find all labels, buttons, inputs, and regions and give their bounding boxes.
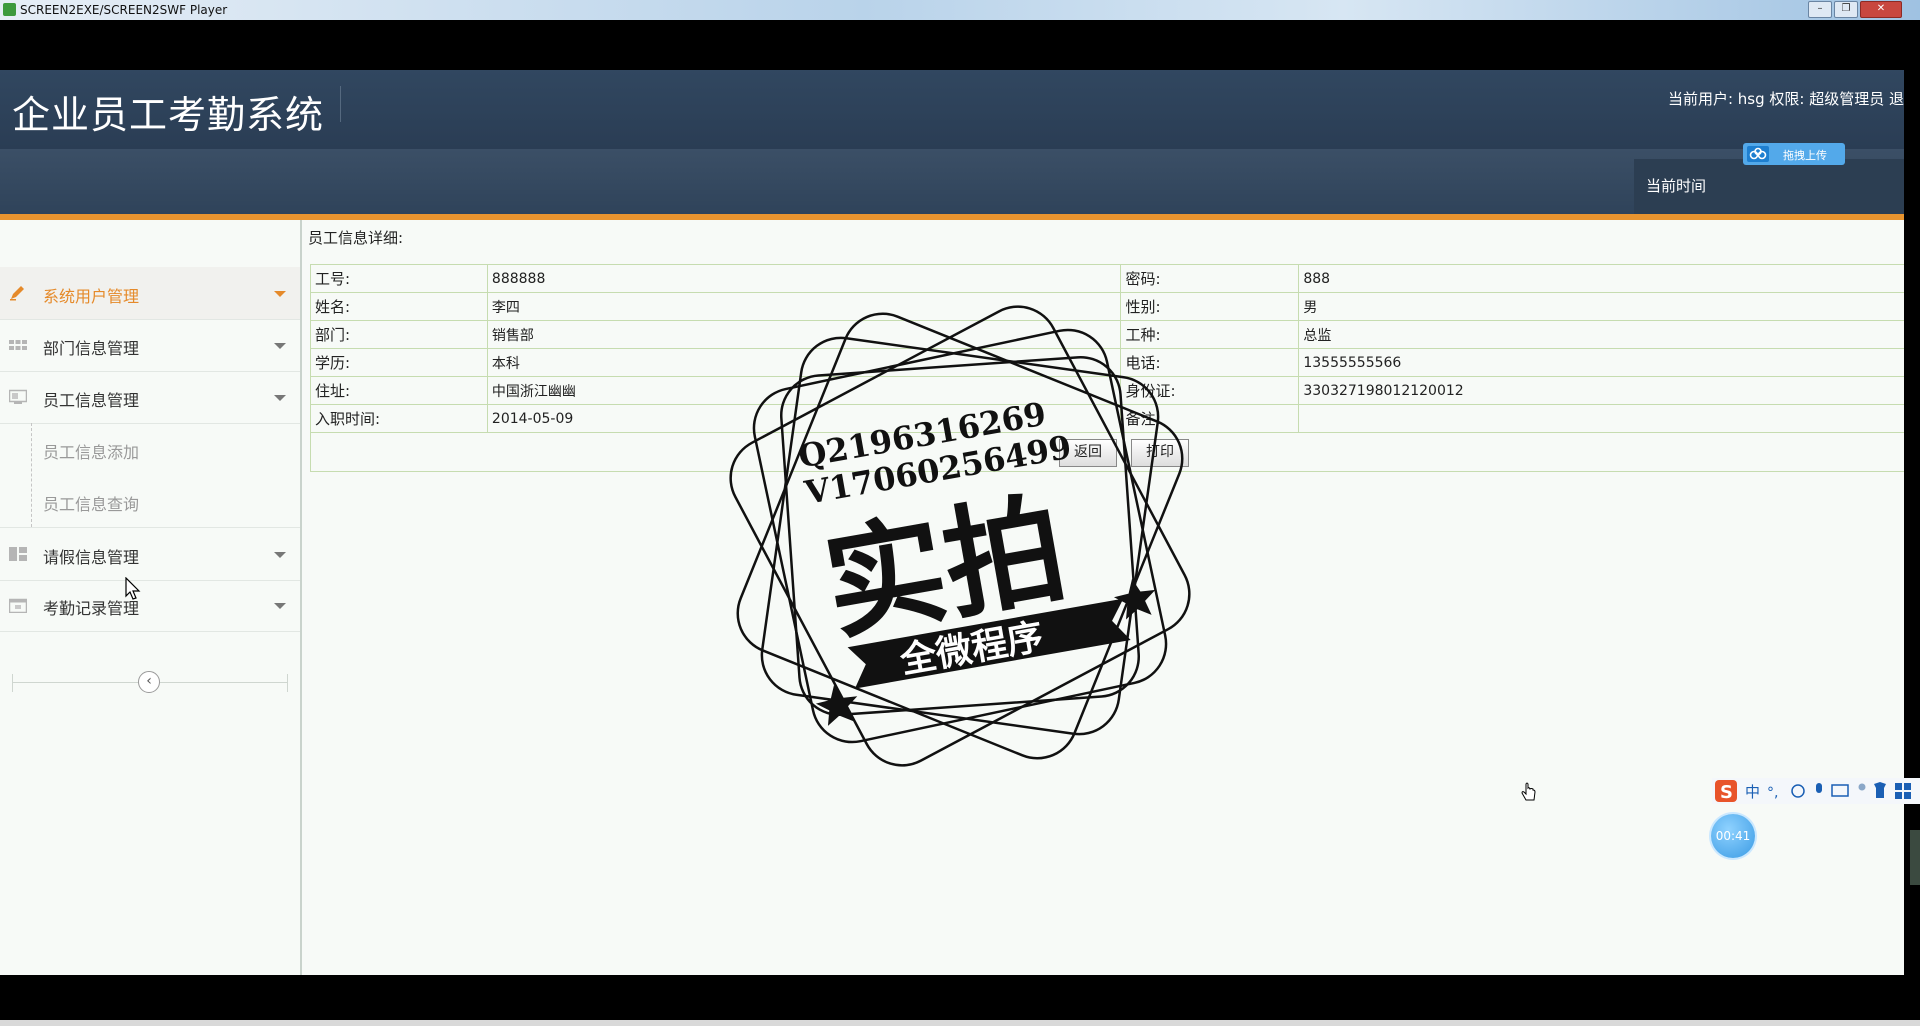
chevron-down-icon	[274, 603, 286, 609]
field-label: 部门:	[310, 320, 488, 349]
field-label: 密码:	[1120, 264, 1300, 293]
user-icon	[1858, 783, 1866, 791]
field-label: 姓名:	[310, 292, 488, 321]
sidebar-subitem-add-employee[interactable]: 员工信息添加	[0, 423, 300, 475]
sidebar-item-label: 系统用户管理	[43, 287, 140, 306]
page-title: 员工信息详细:	[308, 229, 404, 247]
sidebar-item-departments[interactable]: 部门信息管理	[0, 319, 300, 372]
field-value: 13555555566	[1298, 348, 1904, 377]
sidebar-item-label: 员工信息管理	[43, 391, 140, 410]
field-label: 入职时间:	[310, 404, 488, 433]
ime-toolbar[interactable]: S 中 °,	[1712, 778, 1920, 804]
svg-text:S: S	[1720, 782, 1733, 803]
pencil-icon	[10, 286, 24, 301]
sidebar-item-label: 部门信息管理	[43, 339, 140, 358]
chevron-left-icon: ‹	[146, 673, 152, 689]
monitor-icon	[9, 389, 27, 404]
chevron-down-icon	[274, 552, 286, 558]
current-time-label: 当前时间	[1646, 177, 1707, 195]
table-row: 工号: 888888 密码: 888	[310, 264, 1904, 293]
sidebar-item-leave[interactable]: 请假信息管理	[0, 527, 300, 581]
player-app-icon	[3, 3, 16, 16]
sidebar-item-system-users[interactable]: 系统用户管理	[0, 267, 300, 320]
collapse-divider-edge	[287, 674, 288, 692]
side-scroll-strip	[1910, 830, 1920, 885]
sidebar-subitem-label: 员工信息添加	[43, 443, 140, 462]
field-value: 888888	[486, 264, 1122, 293]
ime-mode-label: 中	[1745, 783, 1760, 801]
drag-upload-label: 拖拽上传	[1783, 149, 1827, 162]
field-label: 学历:	[310, 348, 488, 377]
cloud-icon	[1747, 146, 1769, 162]
current-user-info: 当前用户: hsg 权限: 超级管理员 退	[1667, 90, 1904, 108]
sidebar-item-attendance[interactable]: 考勤记录管理	[0, 579, 300, 632]
sidebar-subitem-query-employee[interactable]: 员工信息查询	[0, 475, 300, 527]
chevron-down-icon	[274, 343, 286, 349]
svg-text:°,: °,	[1767, 785, 1778, 801]
sidebar-item-label: 请假信息管理	[43, 548, 140, 567]
field-value: 男	[1298, 292, 1904, 321]
field-label: 住址:	[310, 376, 488, 405]
watermark-stamp: Q2196316269 V17060256499 实拍 全微程序	[729, 305, 1191, 767]
collapse-divider-edge	[12, 674, 13, 692]
recording-timer[interactable]: 00:41	[1711, 814, 1755, 858]
current-time-box: 当前时间	[1634, 159, 1904, 214]
hand-cursor-icon	[1521, 782, 1536, 801]
chevron-down-icon	[274, 291, 286, 297]
field-value: 888	[1298, 264, 1904, 293]
player-title-bar: SCREEN2EXE/SCREEN2SWF Player – ❐ ✕	[0, 0, 1920, 20]
player-title: SCREEN2EXE/SCREEN2SWF Player	[20, 3, 228, 17]
sidebar-subitem-label: 员工信息查询	[43, 495, 140, 514]
mouse-pointer-icon	[125, 577, 141, 600]
sidebar: 系统用户管理 部门信息管理 员工信息管理 员工信息添加 员工信息查询 请假信息管…	[0, 220, 302, 975]
restore-button[interactable]: ❐	[1834, 1, 1858, 18]
app-header: 企业员工考勤系统 当前用户: hsg 权限: 超级管理员 退	[0, 70, 1904, 149]
sidebar-item-employees[interactable]: 员工信息管理	[0, 371, 300, 424]
sidebar-collapse-button[interactable]: ‹	[138, 671, 160, 693]
grid-icon	[9, 340, 27, 350]
microphone-icon	[1816, 783, 1822, 793]
window-controls: – ❐ ✕	[1808, 1, 1902, 18]
minimize-button[interactable]: –	[1808, 1, 1832, 18]
header-divider	[340, 86, 341, 122]
chevron-down-icon	[274, 395, 286, 401]
field-value: 330327198012120012	[1298, 376, 1904, 405]
close-button[interactable]: ✕	[1860, 1, 1902, 18]
calendar-icon	[9, 598, 27, 613]
field-value	[1298, 404, 1904, 433]
drag-upload-button[interactable]: 拖拽上传	[1743, 143, 1845, 165]
layout-icon	[9, 547, 27, 561]
header-subbar: 当前时间	[0, 149, 1904, 214]
app-title: 企业员工考勤系统	[12, 93, 325, 137]
bottom-edge	[0, 1020, 1920, 1026]
field-value: 总监	[1298, 320, 1904, 349]
field-label: 工号:	[310, 264, 488, 293]
